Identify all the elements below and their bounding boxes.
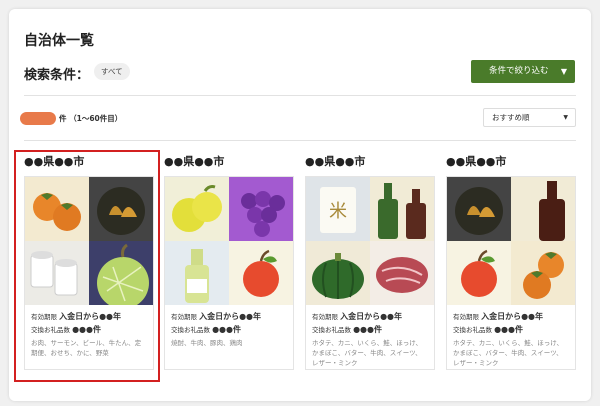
count-row: 交換お礼品数 ●●●件 <box>171 323 287 336</box>
sort-select[interactable]: おすすめ順 ▼ <box>483 108 576 127</box>
grape-icon <box>229 177 293 241</box>
pear-icon <box>165 177 229 241</box>
card-title: ●●県●●市 <box>164 155 225 168</box>
persimmon-icon <box>511 241 575 305</box>
caret-down-icon: ▼ <box>563 114 568 121</box>
condition-chip[interactable]: すべて <box>94 63 130 80</box>
pumpkin-icon <box>306 241 370 305</box>
count-row: 交換お礼品数 ●●●件 <box>453 323 569 336</box>
wine-bottle-icon <box>165 241 229 305</box>
card-title: ●●県●●市 <box>446 155 507 168</box>
item-list: ホタテ、カニ、いくら、鮭、ほっけ、かまぼこ、バター、牛肉、スイーツ、レザー・ミン… <box>453 339 563 367</box>
expiry-label: 有効期限 <box>171 313 197 321</box>
page-title: 自治体一覧 <box>24 33 94 49</box>
count-row: 交換お礼品数 ●●●件 <box>312 323 428 336</box>
count-label: 交換お礼品数 <box>453 326 492 334</box>
card-body[interactable]: 有効期限 入金日から●●年 交換お礼品数 ●●●件 焼酎、牛肉、豚肉、鶏肉 <box>164 176 294 370</box>
expiry-value: 入金日から●●年 <box>340 312 403 321</box>
expiry-row: 有効期限 入金日から●●年 <box>312 310 428 323</box>
card-meta: 有効期限 入金日から●●年 交換お礼品数 ●●●件 焼酎、牛肉、豚肉、鶏肉 <box>165 305 293 348</box>
conditions-label: 検索条件： <box>24 68 90 83</box>
sort-select-value: おすすめ順 <box>492 113 530 122</box>
wine-bottle-icon <box>511 177 575 241</box>
result-count-badge <box>20 112 56 125</box>
product-image-grid <box>447 177 575 305</box>
product-image-grid <box>165 177 293 305</box>
svg-text:米: 米 <box>329 201 347 222</box>
item-list: ホタテ、カニ、いくら、鮭、ほっけ、かまぼこ、バター、牛肉、スイーツ、レザー・ミン… <box>312 339 422 367</box>
item-list: 焼酎、牛肉、豚肉、鶏肉 <box>171 339 243 347</box>
count-value: ●●●件 <box>353 325 383 334</box>
caret-down-icon: ▼ <box>560 67 567 76</box>
selection-highlight <box>14 150 160 382</box>
card-body[interactable]: 米 有効期限 入金日から●●年 交換お礼品数 ●●●件 ホタテ、カニ、いくら、鮭… <box>305 176 435 370</box>
expiry-label: 有効期限 <box>312 313 338 321</box>
divider <box>24 95 576 96</box>
expiry-label: 有効期限 <box>453 313 479 321</box>
municipality-card[interactable]: ●●県●●市 米 有効期限 入金日から●●年 交換お礼品数 ●●●件 ホタテ、カ… <box>305 152 435 370</box>
product-image-grid: 米 <box>306 177 434 305</box>
filter-button[interactable]: 条件で絞り込む ▼ <box>471 60 575 83</box>
municipality-card[interactable]: ●●県●●市 有効期限 入金日から●●年 交換お礼品数 ●●●件 ホタテ、カニ、… <box>446 152 576 370</box>
expiry-value: 入金日から●●年 <box>481 312 544 321</box>
apple-icon <box>229 241 293 305</box>
expiry-row: 有効期限 入金日から●●年 <box>453 310 569 323</box>
wine-bottles-icon <box>370 177 434 241</box>
municipality-card[interactable]: ●●県●●市 有効期限 入金日から●●年 交換お礼品数 ●●●件 焼酎、牛肉、豚… <box>164 152 294 370</box>
expiry-row: 有効期限 入金日から●●年 <box>171 310 287 323</box>
chestnut-icon <box>447 177 511 241</box>
rice-bag-icon: 米 <box>306 177 370 241</box>
beef-icon <box>370 241 434 305</box>
count-label: 交換お礼品数 <box>171 326 210 334</box>
count-value: ●●●件 <box>494 325 524 334</box>
expiry-value: 入金日から●●年 <box>199 312 262 321</box>
divider <box>24 140 576 141</box>
result-range: 件 （1〜60件目） <box>59 114 123 123</box>
card-title: ●●県●●市 <box>305 155 366 168</box>
card-body[interactable]: 有効期限 入金日から●●年 交換お礼品数 ●●●件 ホタテ、カニ、いくら、鮭、ほ… <box>446 176 576 370</box>
card-meta: 有効期限 入金日から●●年 交換お礼品数 ●●●件 ホタテ、カニ、いくら、鮭、ほ… <box>447 305 575 368</box>
card-meta: 有効期限 入金日から●●年 交換お礼品数 ●●●件 ホタテ、カニ、いくら、鮭、ほ… <box>306 305 434 368</box>
count-label: 交換お礼品数 <box>312 326 351 334</box>
filter-button-label: 条件で絞り込む <box>489 66 549 76</box>
count-value: ●●●件 <box>212 325 242 334</box>
apple-icon <box>447 241 511 305</box>
